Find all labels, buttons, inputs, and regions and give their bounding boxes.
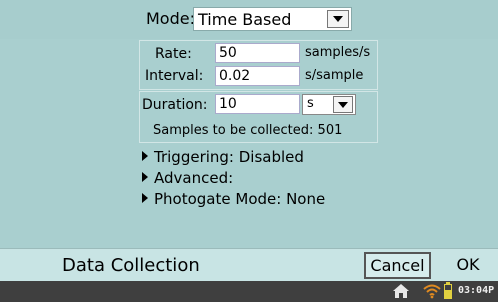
chevron-down-icon [338,102,348,108]
advanced-expander[interactable]: Advanced: [142,169,233,187]
triggering-expander[interactable]: Triggering: Disabled [142,148,304,166]
rate-label: Rate: [155,46,192,62]
mode-label: Mode: [146,9,195,28]
rate-unit: samples/s [305,45,371,60]
samples-to-collect: Samples to be collected: 501 [153,123,343,138]
expand-arrow-icon [142,172,148,182]
footer-bar: Data Collection Cancel OK [0,248,498,281]
clock: 03:04P [458,285,495,296]
cancel-button[interactable]: Cancel [364,252,431,279]
interval-input[interactable]: 0.02 [215,66,300,86]
expand-arrow-icon [142,151,148,161]
mode-value: Time Based [198,10,292,29]
home-icon[interactable] [392,283,410,299]
duration-unit-select[interactable]: s [302,94,356,115]
duration-unit: s [307,96,314,111]
interval-label: Interval: [145,68,204,84]
rate-input[interactable]: 50 [215,43,300,63]
wifi-icon [423,284,441,299]
mode-dropdown-button[interactable] [327,10,349,28]
status-bar: 03:04P [0,281,498,302]
duration-input[interactable]: 10 [215,94,300,114]
duration-unit-dropdown-button[interactable] [333,96,353,113]
photogate-label: Photogate Mode: None [154,190,326,208]
photogate-expander[interactable]: Photogate Mode: None [142,190,325,208]
triggering-label: Triggering: Disabled [154,148,304,166]
mode-select[interactable]: Time Based [193,7,352,31]
duration-label: Duration: [142,97,208,113]
interval-unit: s/sample [305,68,364,83]
expand-arrow-icon [142,193,148,203]
advanced-label: Advanced: [154,169,234,187]
ok-button[interactable]: OK [438,252,498,279]
battery-icon [444,282,452,299]
chevron-down-icon [333,16,343,22]
page-title: Data Collection [62,255,200,276]
